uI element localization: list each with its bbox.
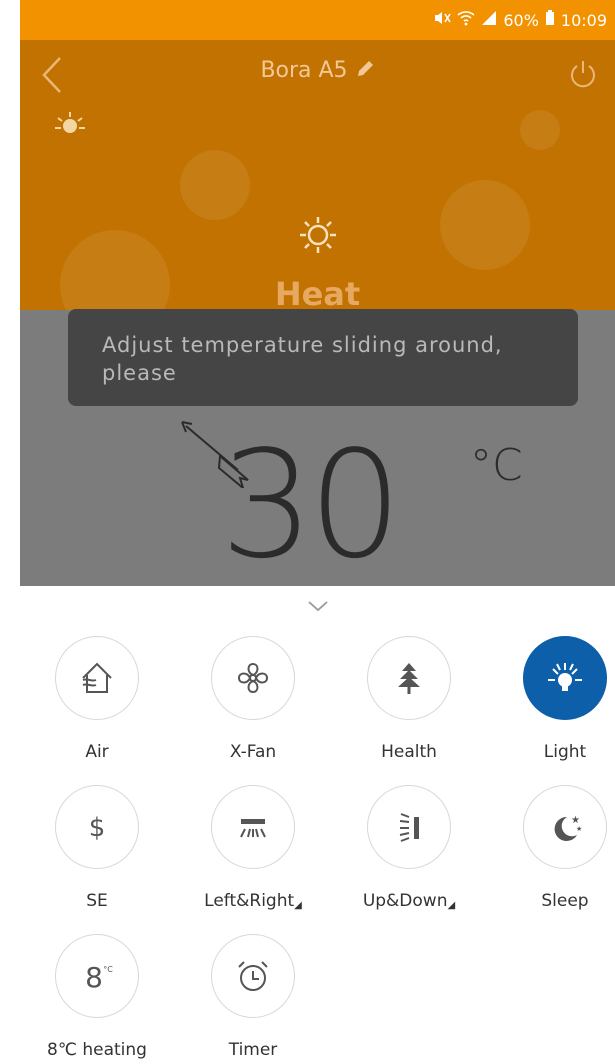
light-button[interactable]: Light (505, 636, 615, 762)
light-button-circle[interactable] (523, 636, 607, 720)
moon-stars-icon: ★★ (554, 815, 582, 841)
dropdown-triangle-icon: ◢ (447, 900, 456, 911)
x-fan-button[interactable]: X-Fan (193, 636, 313, 762)
chevron-down-icon[interactable] (306, 598, 330, 614)
sun-icon (298, 215, 338, 255)
health-label: Health (381, 742, 437, 762)
left-right-label: Left&Right◢ (204, 891, 302, 911)
up-down-button[interactable]: Up&Down◢ (349, 785, 469, 911)
timer-label: Timer (228, 1040, 278, 1060)
swing-horizontal-icon (240, 819, 266, 838)
health-button-circle[interactable] (367, 636, 451, 720)
timer-button-circle[interactable] (211, 934, 295, 1018)
sleep-label: Sleep (541, 891, 589, 911)
alarm-clock-icon (238, 961, 268, 991)
sleep-button[interactable]: ★ ★ Sleep (505, 785, 615, 911)
clock: 10:09 (560, 10, 607, 30)
swing-vertical-icon (399, 813, 419, 842)
status-bar: 60% 10:09 (20, 0, 615, 40)
signal-icon (481, 10, 497, 30)
sleep-button-circle[interactable]: ★ ★ (523, 785, 607, 869)
se-label: SE (86, 891, 108, 911)
x-fan-label: X-Fan (229, 742, 277, 762)
pencil-icon[interactable] (355, 58, 375, 83)
air-button-circle[interactable] (55, 636, 139, 720)
temperature-unit: °C (470, 440, 523, 491)
health-button[interactable]: Health (349, 636, 469, 762)
se-button[interactable]: $ SE (37, 785, 157, 911)
temperature-value[interactable]: 30 (220, 430, 402, 580)
air-label: Air (85, 742, 109, 762)
light-label: Light (543, 742, 587, 762)
app-screen: 60% 10:09 Bora A5 Heat Adjust temperatur… (20, 0, 615, 1064)
left-right-button-circle[interactable] (211, 785, 295, 869)
light-indicator-icon (50, 110, 90, 142)
svg-text:★: ★ (576, 825, 582, 833)
eight-degree-heating-button[interactable]: 8 °C 8℃ heating (37, 934, 157, 1060)
dollar-icon: $ (89, 813, 106, 843)
x-fan-button-circle[interactable] (211, 636, 295, 720)
device-title-area[interactable]: Bora A5 (20, 58, 615, 83)
air-button[interactable]: Air (37, 636, 157, 762)
mode-label: Heat (274, 275, 361, 313)
se-button-circle[interactable]: $ (55, 785, 139, 869)
light-bulb-icon (548, 663, 582, 691)
dropdown-triangle-icon: ◢ (294, 900, 302, 911)
fan-icon (237, 662, 269, 694)
wifi-icon (457, 10, 475, 30)
left-right-button[interactable]: Left&Right◢ (193, 785, 313, 911)
svg-text:$: $ (89, 813, 106, 843)
eight-degree-heating-button-circle[interactable]: 8 °C (55, 934, 139, 1018)
mute-icon (433, 10, 452, 30)
eight-degree-heating-label: 8℃ heating (47, 1040, 147, 1060)
air-house-icon (82, 662, 112, 693)
svg-text:°C: °C (103, 965, 113, 974)
toast-message: Adjust temperature sliding around, pleas… (68, 309, 578, 406)
battery-icon (545, 10, 555, 30)
up-down-label: Up&Down◢ (362, 891, 456, 911)
eight-degree-icon: 8 °C (85, 961, 113, 994)
nav-bar: Bora A5 (20, 40, 615, 110)
timer-button[interactable]: Timer (193, 934, 313, 1060)
svg-text:8: 8 (85, 961, 103, 994)
up-down-button-circle[interactable] (367, 785, 451, 869)
tree-icon (398, 663, 420, 694)
device-title: Bora A5 (260, 58, 348, 83)
power-icon[interactable] (567, 58, 599, 90)
battery-percent: 60% (503, 10, 539, 30)
